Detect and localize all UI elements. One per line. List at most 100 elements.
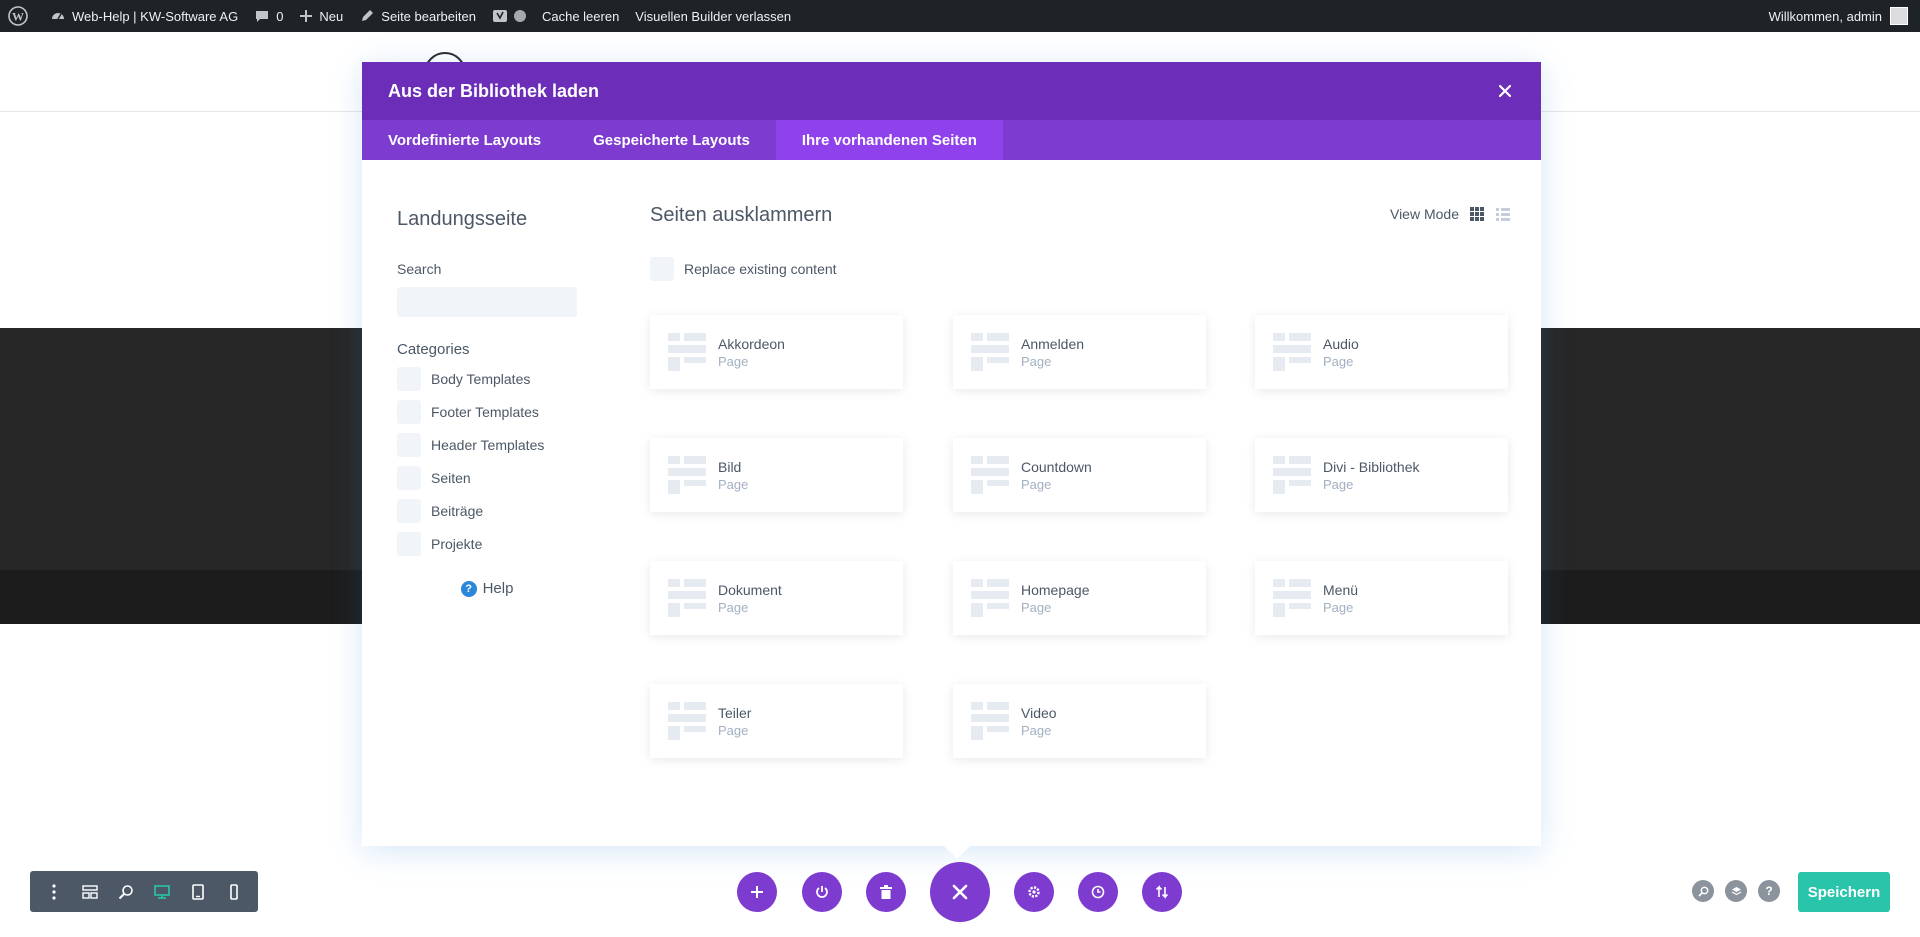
category-checkbox[interactable] bbox=[397, 433, 421, 457]
modal-title: Aus der Bibliothek laden bbox=[388, 80, 600, 101]
desktop-view-icon[interactable] bbox=[150, 880, 174, 904]
close-icon bbox=[952, 884, 968, 900]
category-checkbox[interactable] bbox=[397, 532, 421, 556]
builder-view-bar bbox=[30, 871, 258, 912]
categories-label: Categories bbox=[397, 341, 470, 358]
zoom-icon[interactable] bbox=[114, 880, 138, 904]
layers-icon[interactable] bbox=[1725, 880, 1747, 902]
page-name: Akkordeon bbox=[718, 335, 785, 352]
history-button[interactable] bbox=[1078, 872, 1118, 912]
site-name-link[interactable]: Web-Help | KW-Software AG bbox=[42, 0, 246, 32]
page-card-teiler[interactable]: Teiler Page bbox=[650, 684, 903, 758]
clear-layout-button[interactable] bbox=[866, 872, 906, 912]
category-label: Seiten bbox=[431, 470, 471, 486]
wordpress-logo-icon[interactable]: W bbox=[0, 0, 42, 32]
exit-builder-label: Visuellen Builder verlassen bbox=[635, 8, 792, 24]
page-card-video[interactable]: Video Page bbox=[953, 684, 1206, 758]
search-input[interactable] bbox=[397, 287, 577, 317]
yoast-link[interactable] bbox=[484, 0, 534, 32]
page-card-akkordeon[interactable]: Akkordeon Page bbox=[650, 315, 903, 389]
help-label: Help bbox=[482, 580, 514, 597]
page-card-menue[interactable]: Menü Page bbox=[1255, 561, 1508, 635]
comments-link[interactable]: 0 bbox=[246, 0, 291, 32]
page-card-homepage[interactable]: Homepage Page bbox=[953, 561, 1206, 635]
category-label: Footer Templates bbox=[431, 404, 539, 420]
tablet-view-icon[interactable] bbox=[186, 880, 210, 904]
page-settings-button[interactable] bbox=[1014, 872, 1054, 912]
save-button[interactable]: Speichern bbox=[1798, 872, 1890, 912]
search-label: Search bbox=[397, 261, 442, 277]
page-name: Anmelden bbox=[1021, 335, 1085, 352]
page-card-dokument[interactable]: Dokument Page bbox=[650, 561, 903, 635]
category-checkbox[interactable] bbox=[397, 466, 421, 490]
page-name: Video bbox=[1021, 704, 1057, 721]
page-name: Menü bbox=[1323, 581, 1359, 598]
help-icon: ? bbox=[460, 580, 477, 597]
right-tools: ? bbox=[1692, 880, 1791, 902]
comments-count: 0 bbox=[276, 8, 284, 24]
layout-thumbnail-icon bbox=[971, 456, 1009, 494]
category-footer-templates[interactable]: Footer Templates bbox=[397, 400, 582, 424]
tab-existing-pages[interactable]: Ihre vorhandenen Seiten bbox=[775, 120, 1003, 160]
grid-view-icon[interactable] bbox=[1469, 206, 1485, 222]
wireframe-icon[interactable] bbox=[78, 880, 102, 904]
library-modal: Aus der Bibliothek laden Vordefinierte L… bbox=[362, 62, 1541, 846]
help-icon[interactable]: ? bbox=[1758, 880, 1780, 902]
category-projekte[interactable]: Projekte bbox=[397, 532, 582, 556]
replace-checkbox[interactable] bbox=[650, 257, 674, 281]
page-card-anmelden[interactable]: Anmelden Page bbox=[953, 315, 1206, 389]
phone-view-icon[interactable] bbox=[222, 880, 246, 904]
sidebar-title: Landungsseite bbox=[397, 208, 528, 230]
replace-content-option[interactable]: Replace existing content bbox=[650, 257, 837, 281]
page-name: Divi - Bibliothek bbox=[1323, 458, 1420, 475]
new-content-link[interactable]: Neu bbox=[291, 0, 351, 32]
layout-thumbnail-icon bbox=[1273, 456, 1311, 494]
sort-arrows-icon bbox=[1155, 885, 1169, 899]
page-card-countdown[interactable]: Countdown Page bbox=[953, 438, 1206, 512]
sort-button[interactable] bbox=[1142, 872, 1182, 912]
admin-bar: W Web-Help | KW-Software AG 0 Neu Seite … bbox=[0, 0, 1920, 32]
cache-clear-link[interactable]: Cache leeren bbox=[534, 0, 627, 32]
list-view-icon[interactable] bbox=[1495, 206, 1511, 222]
portability-button[interactable] bbox=[802, 872, 842, 912]
page-card-divi-bibliothek[interactable]: Divi - Bibliothek Page bbox=[1255, 438, 1508, 512]
search-icon[interactable] bbox=[1692, 880, 1714, 902]
page-name: Dokument bbox=[718, 581, 782, 598]
page-card-bild[interactable]: Bild Page bbox=[650, 438, 903, 512]
close-library-button[interactable] bbox=[930, 862, 990, 922]
category-beitraege[interactable]: Beiträge bbox=[397, 499, 582, 523]
category-seiten[interactable]: Seiten bbox=[397, 466, 582, 490]
page-name: Audio bbox=[1323, 335, 1359, 352]
more-options-icon[interactable] bbox=[42, 880, 66, 904]
plus-icon bbox=[751, 886, 763, 898]
page-type: Page bbox=[1323, 476, 1354, 492]
page-type: Page bbox=[1323, 599, 1354, 615]
layout-thumbnail-icon bbox=[668, 333, 706, 371]
pencil-icon bbox=[362, 10, 374, 21]
tab-saved-layouts[interactable]: Gespeicherte Layouts bbox=[567, 120, 776, 160]
view-mode-label: View Mode bbox=[1389, 206, 1459, 222]
welcome-text: Willkommen, admin bbox=[1768, 8, 1882, 24]
tab-predefined-layouts[interactable]: Vordefinierte Layouts bbox=[362, 120, 567, 160]
modal-pointer bbox=[943, 845, 971, 859]
category-checkbox[interactable] bbox=[397, 367, 421, 391]
category-body-templates[interactable]: Body Templates bbox=[397, 367, 582, 391]
add-module-button[interactable] bbox=[737, 872, 777, 912]
exit-builder-link[interactable]: Visuellen Builder verlassen bbox=[627, 0, 799, 32]
account-menu[interactable]: Willkommen, admin bbox=[1769, 0, 1908, 32]
category-label: Header Templates bbox=[431, 437, 545, 453]
layout-thumbnail-icon bbox=[971, 702, 1009, 740]
trash-icon bbox=[880, 885, 892, 899]
help-link[interactable]: ? Help bbox=[397, 580, 577, 597]
category-label: Body Templates bbox=[431, 371, 531, 387]
close-icon[interactable] bbox=[1495, 81, 1515, 101]
page-type: Page bbox=[1323, 353, 1354, 369]
category-header-templates[interactable]: Header Templates bbox=[397, 433, 582, 457]
page-type: Page bbox=[718, 353, 749, 369]
category-checkbox[interactable] bbox=[397, 400, 421, 424]
category-checkbox[interactable] bbox=[397, 499, 421, 523]
page-card-audio[interactable]: Audio Page bbox=[1255, 315, 1508, 389]
edit-page-link[interactable]: Seite bearbeiten bbox=[351, 0, 484, 32]
yoast-icon bbox=[492, 10, 507, 22]
gear-icon bbox=[1028, 886, 1040, 898]
